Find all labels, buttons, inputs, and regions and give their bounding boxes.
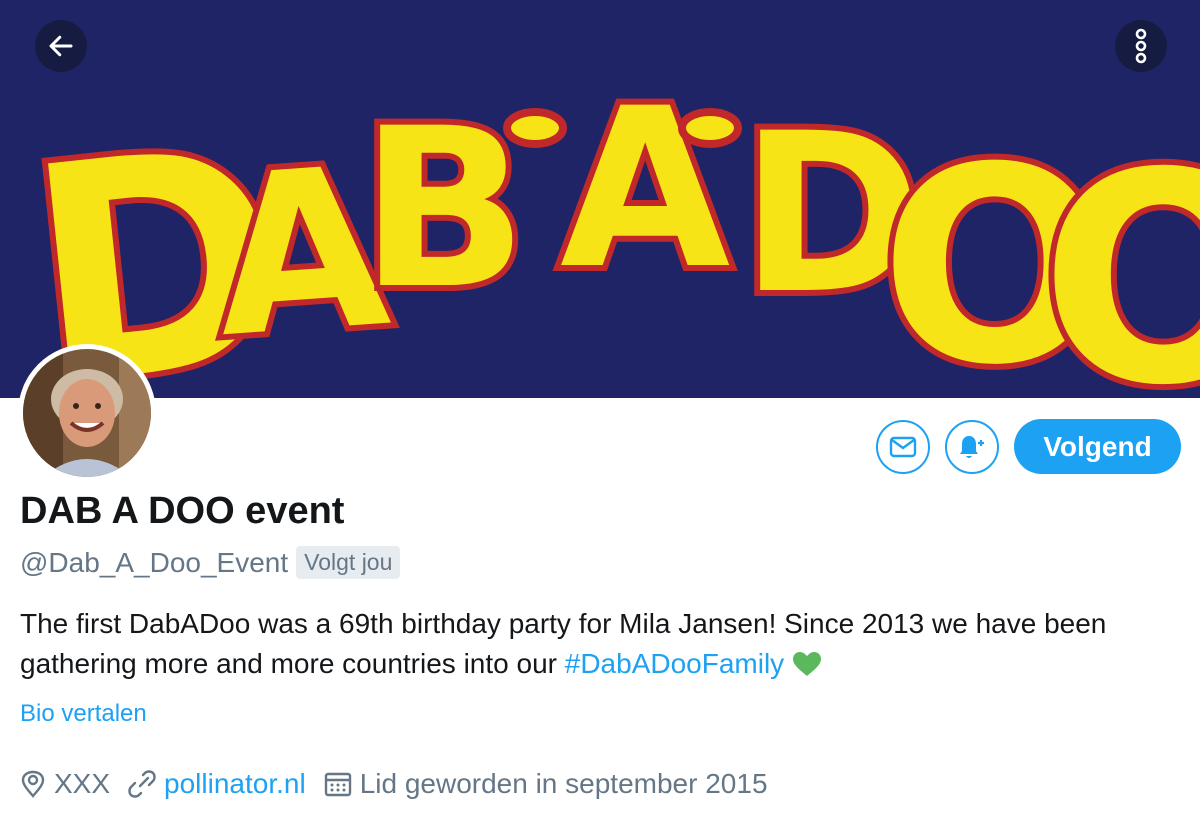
bio-text: The first DabADoo was a 69th birthday pa… <box>20 608 1107 679</box>
arrow-left-icon <box>49 35 73 57</box>
banner-logo: .lt { font-family: "DejaVu Sans", sans-s… <box>9 55 1200 398</box>
calendar-icon <box>324 772 351 797</box>
location-pin-icon <box>21 770 45 798</box>
location-item: XXX <box>20 768 110 800</box>
bell-plus-icon <box>960 436 984 458</box>
avatar[interactable] <box>18 344 156 482</box>
website-link[interactable]: pollinator.nl <box>164 768 306 800</box>
bio-hashtag-link[interactable]: #DabADooFamily <box>565 648 784 679</box>
notifications-button[interactable] <box>945 420 999 474</box>
joined-item: Lid geworden in september 2015 <box>324 768 768 800</box>
avatar-photo <box>23 349 151 477</box>
handle-row: @Dab_A_Doo_Event Volgt jou <box>20 546 401 579</box>
message-button[interactable] <box>876 420 930 474</box>
more-options-button[interactable] <box>1115 20 1167 72</box>
following-button[interactable]: Volgend <box>1014 419 1181 474</box>
translate-bio-link[interactable]: Bio vertalen <box>20 700 147 728</box>
follows-you-badge: Volgt jou <box>296 546 401 579</box>
envelope-icon <box>889 436 917 458</box>
website-item: pollinator.nl <box>128 768 306 800</box>
green-heart-icon <box>792 652 821 676</box>
user-handle: @Dab_A_Doo_Event <box>20 546 289 578</box>
svg-text:O: O <box>1040 112 1200 398</box>
profile-meta: XXX pollinator.nl Lid geworden in septem… <box>20 768 786 800</box>
joined-date: Lid geworden in september 2015 <box>359 768 768 799</box>
profile-banner[interactable]: .lt { font-family: "DejaVu Sans", sans-s… <box>0 0 1200 398</box>
back-button[interactable] <box>35 20 87 72</box>
profile-bio: The first DabADoo was a 69th birthday pa… <box>20 604 1180 684</box>
svg-text:A: A <box>560 61 730 317</box>
more-vertical-icon <box>1135 28 1147 64</box>
svg-text:B: B <box>360 81 528 337</box>
location-text: XXX <box>54 768 111 799</box>
link-icon <box>128 770 156 798</box>
display-name: DAB A DOO event <box>20 490 345 532</box>
